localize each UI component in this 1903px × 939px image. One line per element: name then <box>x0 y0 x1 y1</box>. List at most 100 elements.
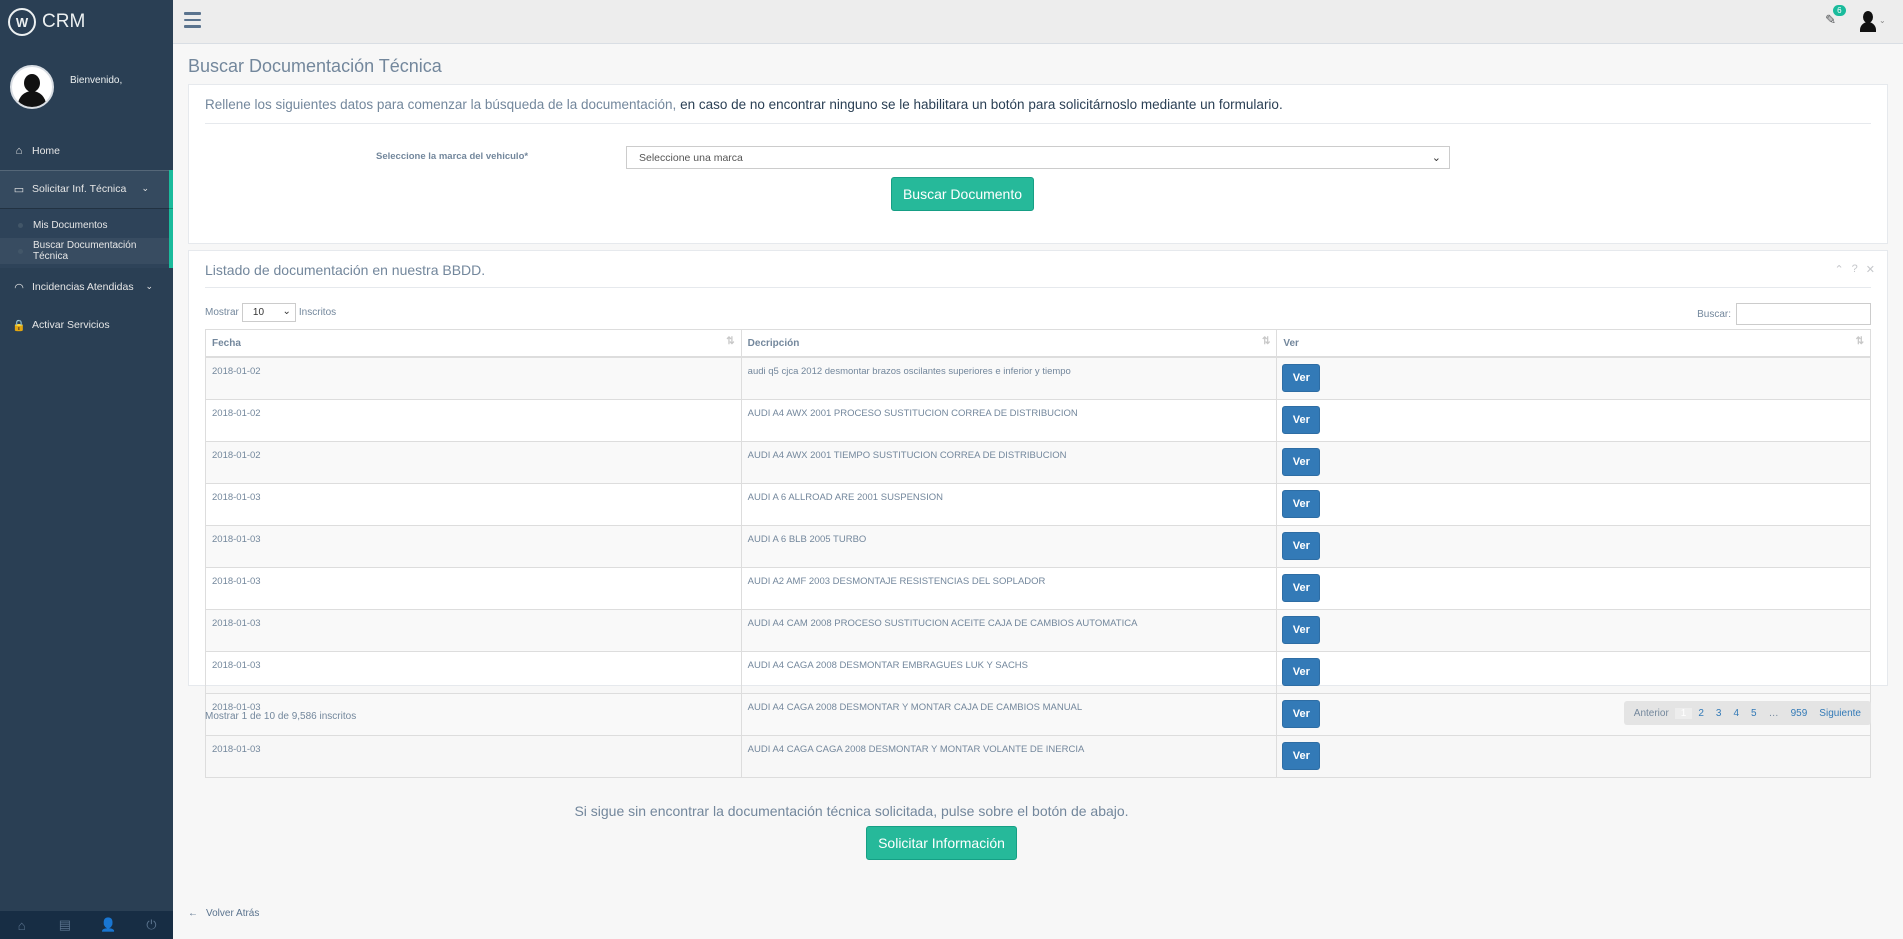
table-info: Mostrar 1 de 10 de 9,586 inscritos <box>205 711 357 722</box>
sidebar-item-label: Home <box>32 145 61 157</box>
view-button[interactable]: Ver <box>1282 573 1321 602</box>
sidebar-item-mis-documentos[interactable]: Mis Documentos <box>0 212 169 238</box>
document-icon[interactable]: ▤ <box>43 911 86 939</box>
lock-icon: 🔒 <box>12 319 26 332</box>
pagination-page[interactable]: 4 <box>1727 708 1745 719</box>
menu-toggle-icon[interactable] <box>184 12 201 32</box>
column-header-fecha[interactable]: Fecha ⇅ <box>205 329 742 358</box>
documents-panel: Listado de documentación en nuestra BBDD… <box>188 250 1888 778</box>
cell-descripcion: AUDI A 6 ALLROAD ARE 2001 SUSPENSION <box>740 482 1278 526</box>
pagination-page[interactable]: 1 <box>1674 707 1693 719</box>
help-icon[interactable]: ? <box>1852 263 1858 276</box>
sidebar-item-label: Incidencias Atendidas <box>32 281 134 293</box>
sidebar-item-buscar-documentacion[interactable]: Buscar Documentación Técnica <box>0 238 169 264</box>
cell-fecha: 2018-01-02 <box>205 398 742 442</box>
sidebar-item-label: Solicitar Inf. Técnica <box>32 183 127 195</box>
sidebar-item-activar[interactable]: 🔒 Activar Servicios <box>0 306 173 344</box>
table-header-row: Fecha ⇅ Decripción ⇅ Ver ⇅ <box>205 329 1871 358</box>
table-row: 2018-01-03 AUDI A4 CAM 2008 PROCESO SUSTI… <box>205 608 1871 652</box>
chevron-down-icon: ⌄ <box>145 281 153 291</box>
pagination-next[interactable]: Siguiente <box>1813 708 1867 719</box>
cell-fecha: 2018-01-03 <box>205 608 742 652</box>
sidebar-item-label: Buscar Documentación Técnica <box>33 240 137 262</box>
sidebar-footer: ⌂ ▤ 👤 ⏻ <box>0 911 173 939</box>
divider <box>205 123 1871 124</box>
request-information-button[interactable]: Solicitar Información <box>866 826 1017 860</box>
cell-fecha: 2018-01-02 <box>205 356 742 400</box>
cell-descripcion: AUDI A4 AWX 2001 TIEMPO SUSTITUCION CORR… <box>740 440 1278 484</box>
sort-icon: ⇅ <box>726 336 735 347</box>
user-icon[interactable]: 👤 <box>87 911 130 939</box>
help-note: Si sigue sin encontrar la documentación … <box>574 803 1129 819</box>
column-header-label: Fecha <box>212 337 241 349</box>
panel-title: Listado de documentación en nuestra BBDD… <box>205 262 486 278</box>
table-row: 2018-01-02 audi q5 cjca 2012 desmontar br… <box>205 356 1871 400</box>
pagination-page[interactable]: 959 <box>1785 708 1814 719</box>
cell-ver: Ver <box>1276 650 1871 694</box>
intro-text: Rellene los siguientes datos para comenz… <box>205 97 1283 112</box>
cell-fecha: 2018-01-03 <box>205 734 742 778</box>
table-row: 2018-01-03 AUDI A 6 BLB 2005 TURBO Ver <box>205 524 1871 568</box>
back-link[interactable]: ← Volver Atrás <box>188 908 259 919</box>
chevron-down-icon: ⌄ <box>141 183 149 193</box>
show-label: Mostrar <box>205 307 239 318</box>
column-header-descripcion[interactable]: Decripción ⇅ <box>740 329 1278 358</box>
collapse-icon[interactable]: ⌃ <box>1834 263 1843 276</box>
pagination-page[interactable]: 2 <box>1692 708 1710 719</box>
view-button[interactable]: Ver <box>1282 741 1321 770</box>
cell-fecha: 2018-01-03 <box>205 482 742 526</box>
cell-fecha: 2018-01-03 <box>205 566 742 610</box>
documents-table: Fecha ⇅ Decripción ⇅ Ver ⇅ 2018-01-02 audi q… <box>205 329 1871 778</box>
pagination: Anterior 1 2 3 4 5 … 959 Siguiente <box>1623 701 1871 725</box>
view-button[interactable]: Ver <box>1282 364 1321 392</box>
cell-descripcion: AUDI A4 CAGA 2008 DESMONTAR EMBRAGUES LU… <box>740 650 1278 694</box>
pagination-prev[interactable]: Anterior <box>1628 708 1675 719</box>
table-filter: Buscar: <box>1697 303 1871 325</box>
view-button[interactable]: Ver <box>1282 489 1321 518</box>
cell-ver: Ver <box>1276 524 1871 568</box>
entries-label: Inscritos <box>298 307 337 318</box>
sidebar-item-label: Mis Documentos <box>33 219 108 231</box>
panel-tools: ⌃ ? ✕ <box>1834 263 1875 276</box>
divider <box>205 287 1871 288</box>
brand[interactable]: W CRM <box>0 0 173 44</box>
monitor-icon: ▭ <box>13 183 25 196</box>
notifications-button[interactable]: ✎ 6 <box>1825 5 1846 28</box>
view-button[interactable]: Ver <box>1282 405 1321 434</box>
chevron-down-icon: ⌄ <box>1431 152 1441 164</box>
view-button[interactable]: Ver <box>1282 615 1321 644</box>
sidebar-item-solicitar[interactable]: ▭ Solicitar Inf. Técnica ⌄ <box>0 170 173 208</box>
sidebar-item-incidencias[interactable]: ◠ Incidencias Atendidas ⌄ <box>0 268 173 306</box>
table-row: 2018-01-03 AUDI A4 CAGA 2008 DESMONTAR EM… <box>205 650 1871 694</box>
cell-ver: Ver <box>1276 566 1871 610</box>
column-header-ver[interactable]: Ver ⇅ <box>1276 329 1871 358</box>
cell-descripcion: audi q5 cjca 2012 desmontar brazos oscil… <box>740 356 1278 400</box>
pagination-page[interactable]: 3 <box>1710 708 1728 719</box>
user-menu-button[interactable]: ⌄ <box>1857 11 1886 33</box>
power-icon[interactable]: ⏻ <box>130 911 173 939</box>
view-button[interactable]: Ver <box>1282 447 1321 476</box>
table-search-input[interactable] <box>1736 303 1871 325</box>
view-button[interactable]: Ver <box>1282 699 1321 728</box>
page-length-select[interactable]: 10 ⌄ <box>241 303 296 322</box>
view-button[interactable]: Ver <box>1282 657 1321 686</box>
cell-descripcion: AUDI A2 AMF 2003 DESMONTAJE RESISTENCIAS… <box>740 566 1278 610</box>
cell-descripcion: AUDI A4 AWX 2001 PROCESO SUSTITUCION COR… <box>740 398 1278 442</box>
table-row: 2018-01-02 AUDI A4 AWX 2001 PROCESO SUSTI… <box>205 398 1871 442</box>
arrow-left-icon: ← <box>188 908 198 919</box>
close-icon[interactable]: ✕ <box>1866 263 1875 276</box>
page-length-control: Mostrar 10 ⌄ Inscritos <box>205 303 336 322</box>
home-icon: ⌂ <box>15 145 23 157</box>
sidebar-item-home[interactable]: ⌂ Home <box>0 132 173 170</box>
search-document-button[interactable]: Buscar Documento <box>891 177 1034 211</box>
cell-fecha: 2018-01-03 <box>205 524 742 568</box>
view-button[interactable]: Ver <box>1282 531 1321 560</box>
brand-select[interactable]: Seleccione una marca ⌄ <box>626 146 1450 169</box>
column-header-label: Decripción <box>747 337 800 349</box>
cell-descripcion: AUDI A4 CAGA CAGA 2008 DESMONTAR Y MONTA… <box>740 734 1278 778</box>
cell-ver: Ver <box>1276 608 1871 652</box>
submenu-solicitar: Mis Documentos Buscar Documentación Técn… <box>0 208 173 268</box>
page-title: Buscar Documentación Técnica <box>188 56 442 76</box>
pagination-page[interactable]: 5 <box>1745 708 1763 719</box>
home-icon[interactable]: ⌂ <box>0 911 43 939</box>
